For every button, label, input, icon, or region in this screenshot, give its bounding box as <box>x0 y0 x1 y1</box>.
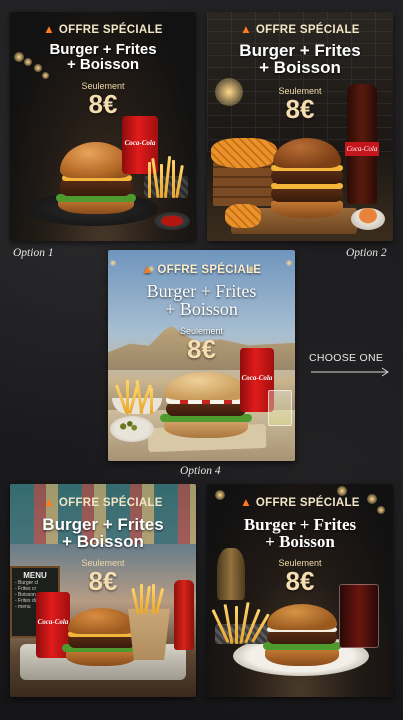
headline-line-1: Burger + Frites <box>239 41 361 60</box>
option-2-label: Option 2 <box>346 247 387 259</box>
fries-bowl <box>112 374 162 415</box>
offer-title: ▲ OFFRE SPÉCIALE <box>108 264 295 276</box>
option-4-label: Option 4 <box>180 465 221 477</box>
fries-basket <box>140 152 192 199</box>
offer-title: ▲ OFFRE SPÉCIALE <box>10 24 196 36</box>
headline-line-1: Burger + Frites <box>146 281 257 301</box>
flame-icon: ▲ <box>43 24 55 36</box>
offer-card-option-5[interactable]: ▲ OFFRE SPÉCIALE Burger + Frites + Boisso… <box>10 484 196 697</box>
brass-lamp <box>217 548 245 600</box>
offer-card-option-4[interactable]: ▲ OFFRE SPÉCIALE Burger + Frites + Boisso… <box>108 250 295 461</box>
offer-title-text: OFFRE SPÉCIALE <box>255 497 360 509</box>
offer-title-text: OFFRE SPÉCIALE <box>58 24 163 36</box>
headline-line-2: + Boisson <box>259 58 341 78</box>
headline: Burger + Frites + Boisson <box>207 516 393 551</box>
ketchup-bowl <box>154 212 190 230</box>
fries <box>128 584 170 615</box>
offer-title: ▲ OFFRE SPÉCIALE <box>207 497 393 509</box>
flame-icon: ▲ <box>141 264 154 276</box>
coke-logo: Coca-Cola <box>124 139 156 148</box>
offer-title-text: OFFRE SPÉCIALE <box>255 24 360 36</box>
price: 8€ <box>88 89 118 119</box>
sauce-bowl <box>351 208 385 230</box>
headline: Burger + Frites + Boisson <box>10 516 196 551</box>
cola-glass <box>339 584 379 648</box>
headline-line-2: + Boisson <box>165 299 238 320</box>
offer-title-text: OFFRE SPÉCIALE <box>58 497 163 509</box>
coke-bottle-label: Coca-Cola <box>345 142 379 156</box>
coke-logo: Coca-Cola <box>37 618 69 627</box>
coke-logo: Coca-Cola <box>241 373 273 382</box>
light-bokeh <box>337 486 347 496</box>
arrow-right-icon <box>311 367 389 377</box>
burger-patty <box>166 402 246 416</box>
headline-line-1: Burger + Frites <box>243 515 357 534</box>
headline: Burger + Frites + Boisson <box>207 42 393 77</box>
offer-card-option-2[interactable]: ▲ OFFRE SPÉCIALE Burger + Frites + Boisso… <box>207 12 393 241</box>
flame-icon: ▲ <box>240 24 252 36</box>
headline: Burger + Frites + Boisson <box>108 282 295 319</box>
offer-title-text: OFFRE SPÉCIALE <box>157 264 262 276</box>
burger-bottom-bun <box>271 200 343 218</box>
waffle-fries <box>211 138 277 168</box>
headline-line-2: + Boisson <box>66 56 140 74</box>
offer-card-option-6[interactable]: ▲ OFFRE SPÉCIALE Burger + Frites + Boisso… <box>207 484 393 697</box>
light-bokeh <box>42 72 49 79</box>
olives-bowl <box>110 416 154 442</box>
flame-icon: ▲ <box>43 497 55 509</box>
offer-title: ▲ OFFRE SPÉCIALE <box>207 24 393 36</box>
offer-card-option-1[interactable]: ▲ OFFRE SPÉCIALE Burger + Frites + Boisso… <box>10 12 196 241</box>
flame-icon: ▲ <box>240 497 252 509</box>
choose-one-callout: CHOOSE ONE <box>309 352 393 377</box>
fries-crate <box>213 162 273 206</box>
waffle-fries <box>225 204 261 228</box>
ketchup-bottle <box>174 580 194 650</box>
lemonade-glass <box>268 390 292 426</box>
fries-basket <box>211 594 273 644</box>
offer-title: ▲ OFFRE SPÉCIALE <box>10 497 196 509</box>
burger-bottom-bun <box>265 648 339 666</box>
choose-one-text: CHOOSE ONE <box>309 352 384 364</box>
headline: Burger + Frites + Boisson <box>10 42 196 73</box>
headline-line-2: + Boisson <box>62 532 144 552</box>
burger-bottom-bun <box>66 650 136 666</box>
option-1-label: Option 1 <box>13 247 54 259</box>
burger-patty <box>267 630 337 644</box>
headline-line-1: Burger + Frites <box>49 41 157 58</box>
menu-title: MENU <box>23 571 47 580</box>
headline-line-1: Burger + Frites <box>42 515 164 534</box>
burger-bottom-bun <box>164 420 248 438</box>
